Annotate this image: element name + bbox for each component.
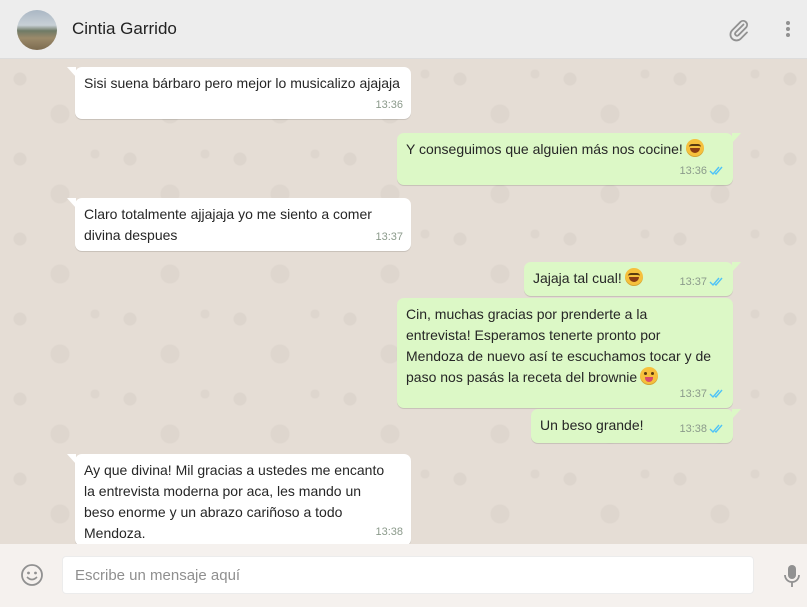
- message-time: 13:38: [679, 423, 707, 435]
- microphone-icon[interactable]: [782, 563, 802, 594]
- read-receipt-icon: [709, 277, 723, 287]
- message-meta: 13:38: [679, 419, 725, 440]
- read-receipt-icon: [709, 389, 723, 399]
- message-list[interactable]: Sisi suena bárbaro pero mejor lo musical…: [0, 59, 807, 544]
- message-time: 13:37: [375, 231, 403, 243]
- message-time: 13:38: [375, 526, 403, 538]
- message-line: Cin, muchas gracias por prenderte a la: [406, 306, 648, 322]
- message-time: 13:36: [679, 165, 707, 177]
- message-text: Y conseguimos que alguien más nos cocine…: [406, 141, 683, 157]
- incoming-message[interactable]: Sisi suena bárbaro pero mejor lo musical…: [67, 67, 411, 119]
- incoming-message[interactable]: Claro totalmente ajjajaja yo me siento a…: [67, 198, 411, 251]
- message-line: Mendoza de nuevo así te escuchamos tocar…: [406, 348, 712, 364]
- outgoing-message[interactable]: Jajaja tal cual! 13:37: [524, 262, 741, 296]
- face-with-tears-of-joy-icon: [685, 139, 704, 157]
- message-time: 13:36: [375, 99, 403, 111]
- message-line: la entrevista moderna por aca, les mando…: [84, 483, 362, 499]
- message-line: paso nos pasás la receta del brownie: [406, 369, 638, 385]
- message-line: Ay que divina! Mil gracias a ustedes me …: [84, 462, 385, 478]
- winking-face-with-tongue-icon: [640, 367, 659, 385]
- message-line: Claro totalmente ajjajaja yo me siento a…: [84, 206, 372, 222]
- message-time: 13:37: [679, 388, 707, 400]
- message-input-box[interactable]: [62, 556, 754, 594]
- avatar[interactable]: [17, 10, 57, 50]
- message-meta: 13:36: [679, 161, 725, 182]
- message-text: Sisi suena bárbaro pero mejor lo musical…: [84, 75, 400, 91]
- contact-name[interactable]: Cintia Garrido: [72, 19, 177, 39]
- menu-dots-icon[interactable]: [780, 18, 796, 47]
- message-meta: 13:37: [679, 272, 725, 293]
- read-receipt-icon: [709, 424, 723, 434]
- emoji-icon[interactable]: [20, 563, 44, 592]
- message-input[interactable]: [63, 557, 753, 593]
- message-line-with-emoji: paso nos pasás la receta del brownie: [406, 367, 724, 388]
- outgoing-message[interactable]: Cin, muchas gracias por prenderte a la e…: [397, 298, 733, 408]
- paperclip-icon[interactable]: [727, 18, 751, 47]
- message-line: beso enorme y un abrazo cariñoso a todo: [84, 504, 343, 520]
- read-receipt-icon: [709, 166, 723, 176]
- message-text: Jajaja tal cual!: [533, 270, 622, 286]
- message-meta: 13:37: [679, 384, 725, 405]
- incoming-message[interactable]: Ay que divina! Mil gracias a ustedes me …: [67, 454, 411, 544]
- message-time: 13:37: [679, 276, 707, 288]
- message-body: Y conseguimos que alguien más nos cocine…: [406, 139, 724, 160]
- face-with-tears-of-joy-icon: [624, 268, 643, 286]
- message-line: divina despues: [84, 227, 178, 243]
- message-line: entrevista! Esperamos tenerte pronto por: [406, 327, 661, 343]
- outgoing-message[interactable]: Y conseguimos que alguien más nos cocine…: [397, 133, 741, 185]
- outgoing-message[interactable]: Un beso grande! 13:38: [531, 409, 741, 443]
- chat-header: Cintia Garrido: [0, 0, 807, 59]
- composer-bar: [0, 544, 807, 607]
- message-line: Mendoza.: [84, 525, 146, 541]
